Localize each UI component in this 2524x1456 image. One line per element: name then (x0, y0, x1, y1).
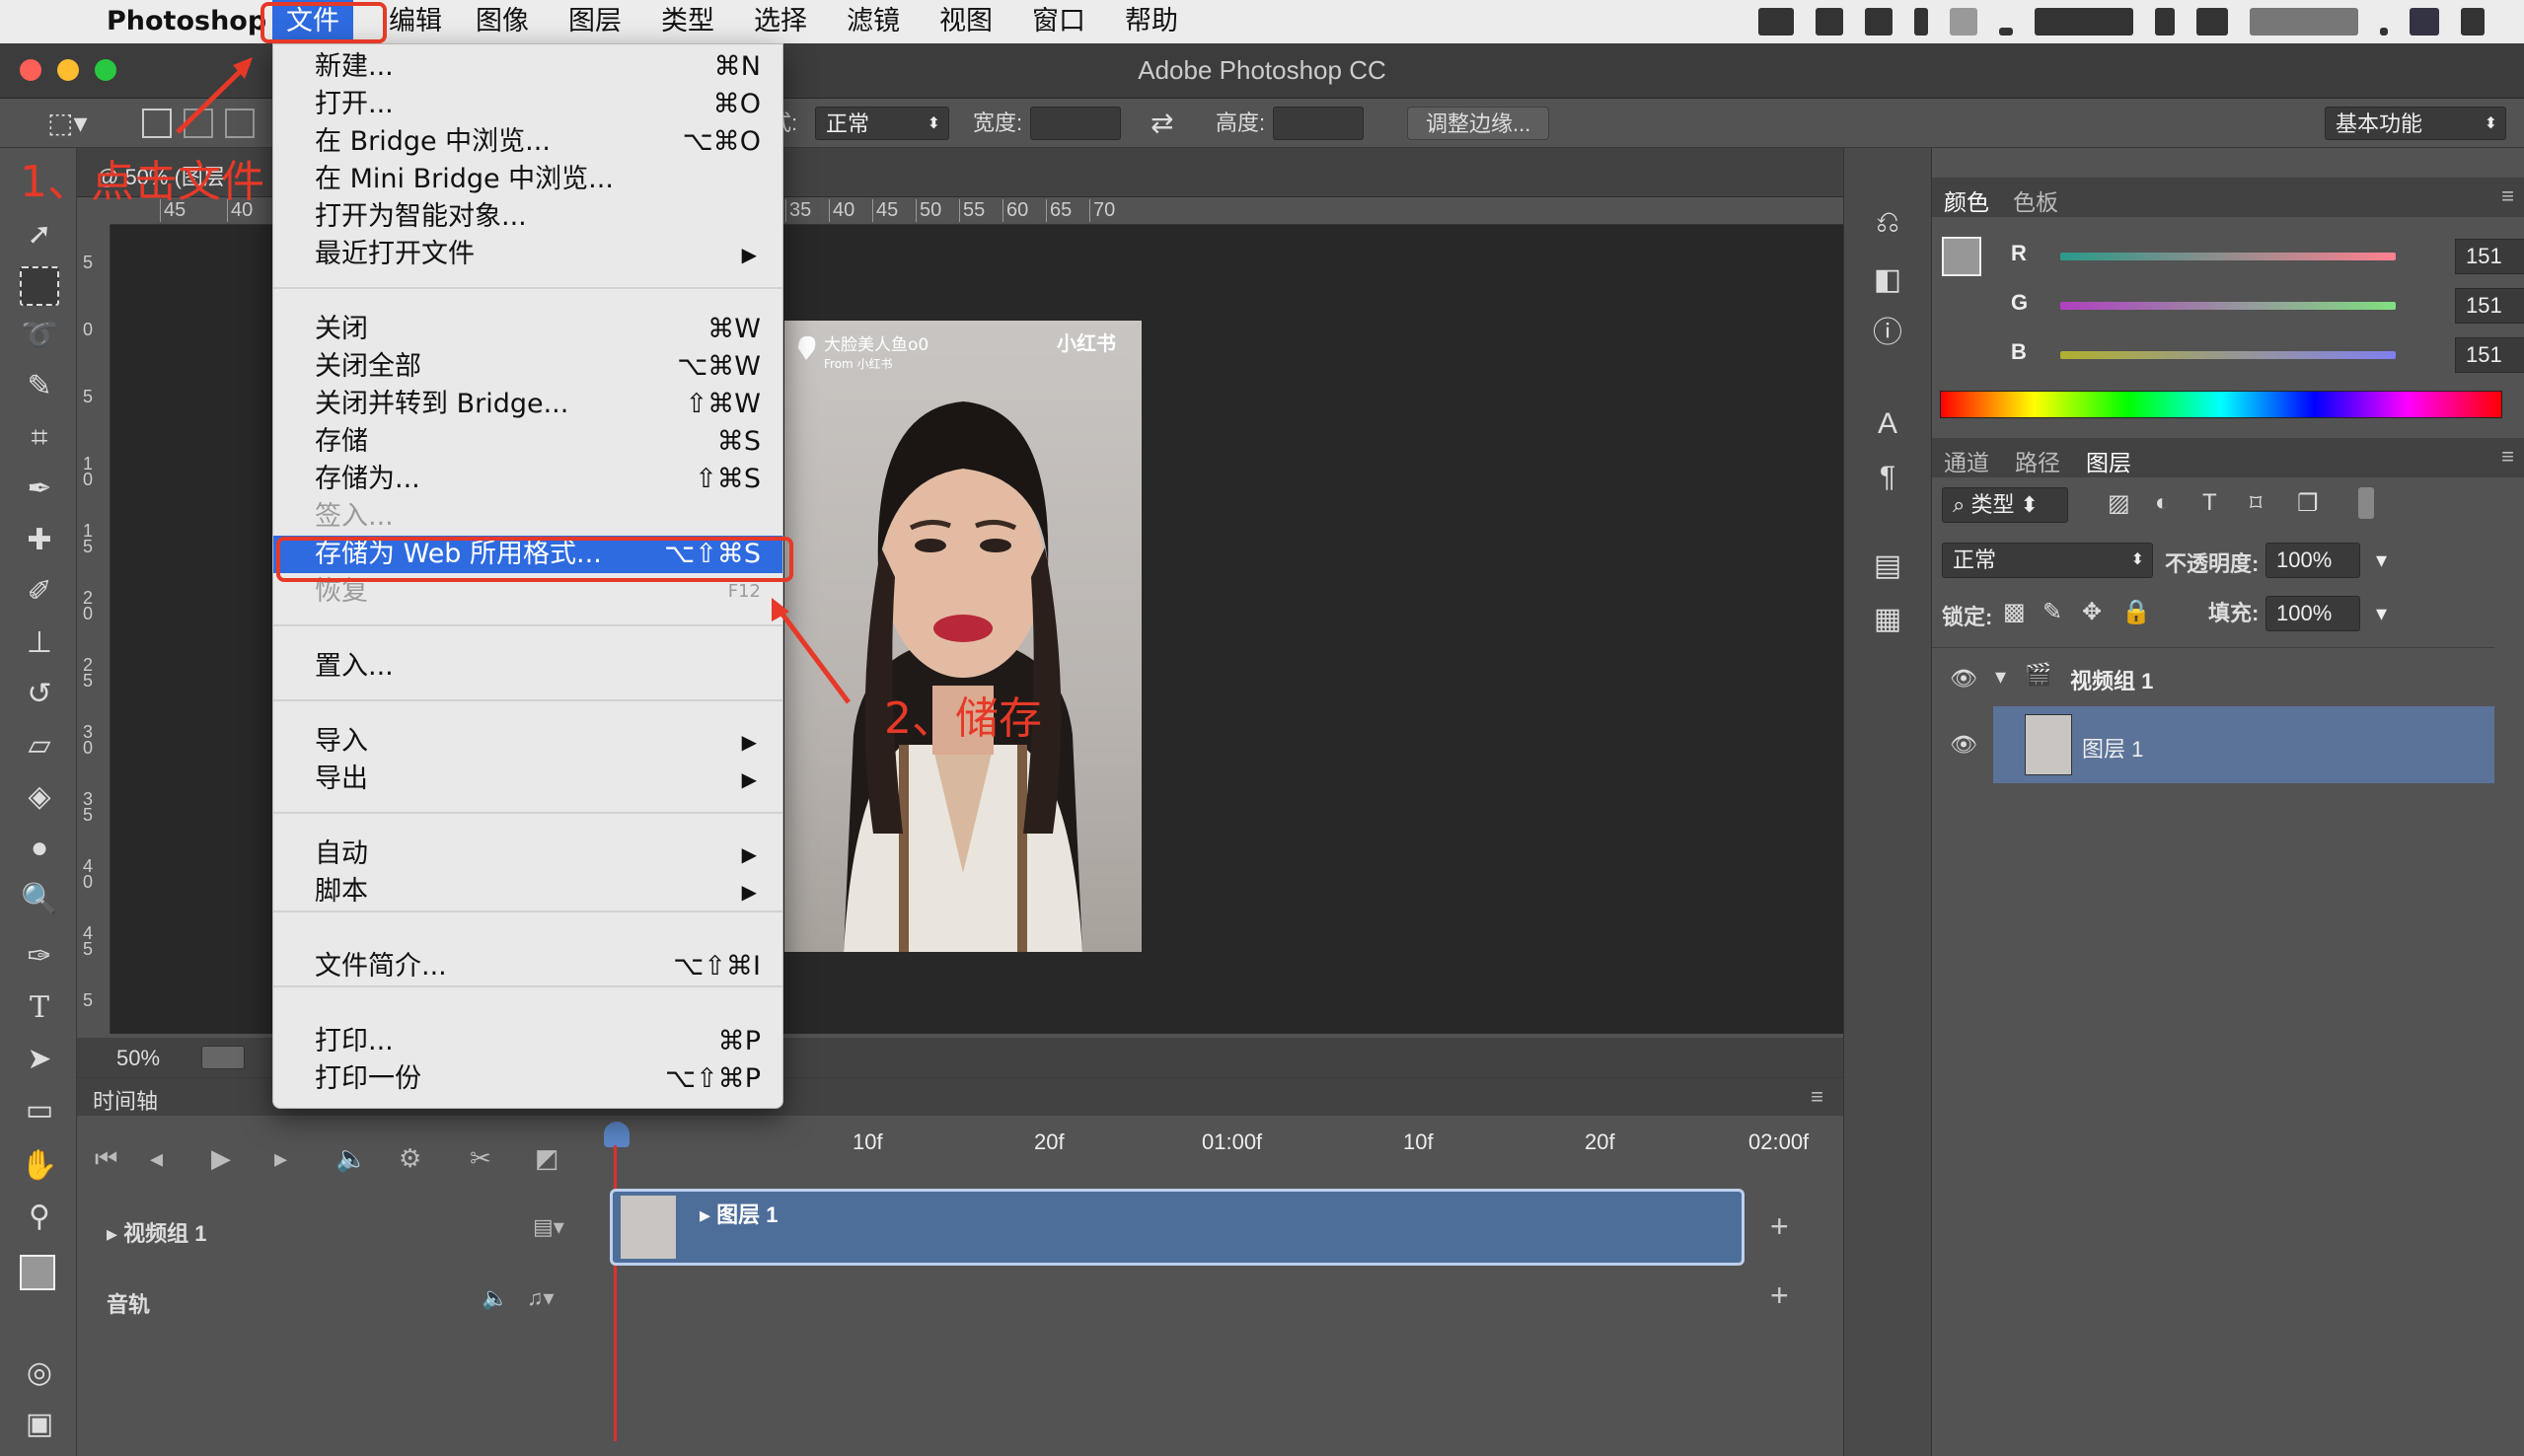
annotation-arrows (176, 57, 851, 704)
arrow-to-save-web (776, 606, 851, 704)
arrow-to-file-menu (176, 61, 251, 134)
